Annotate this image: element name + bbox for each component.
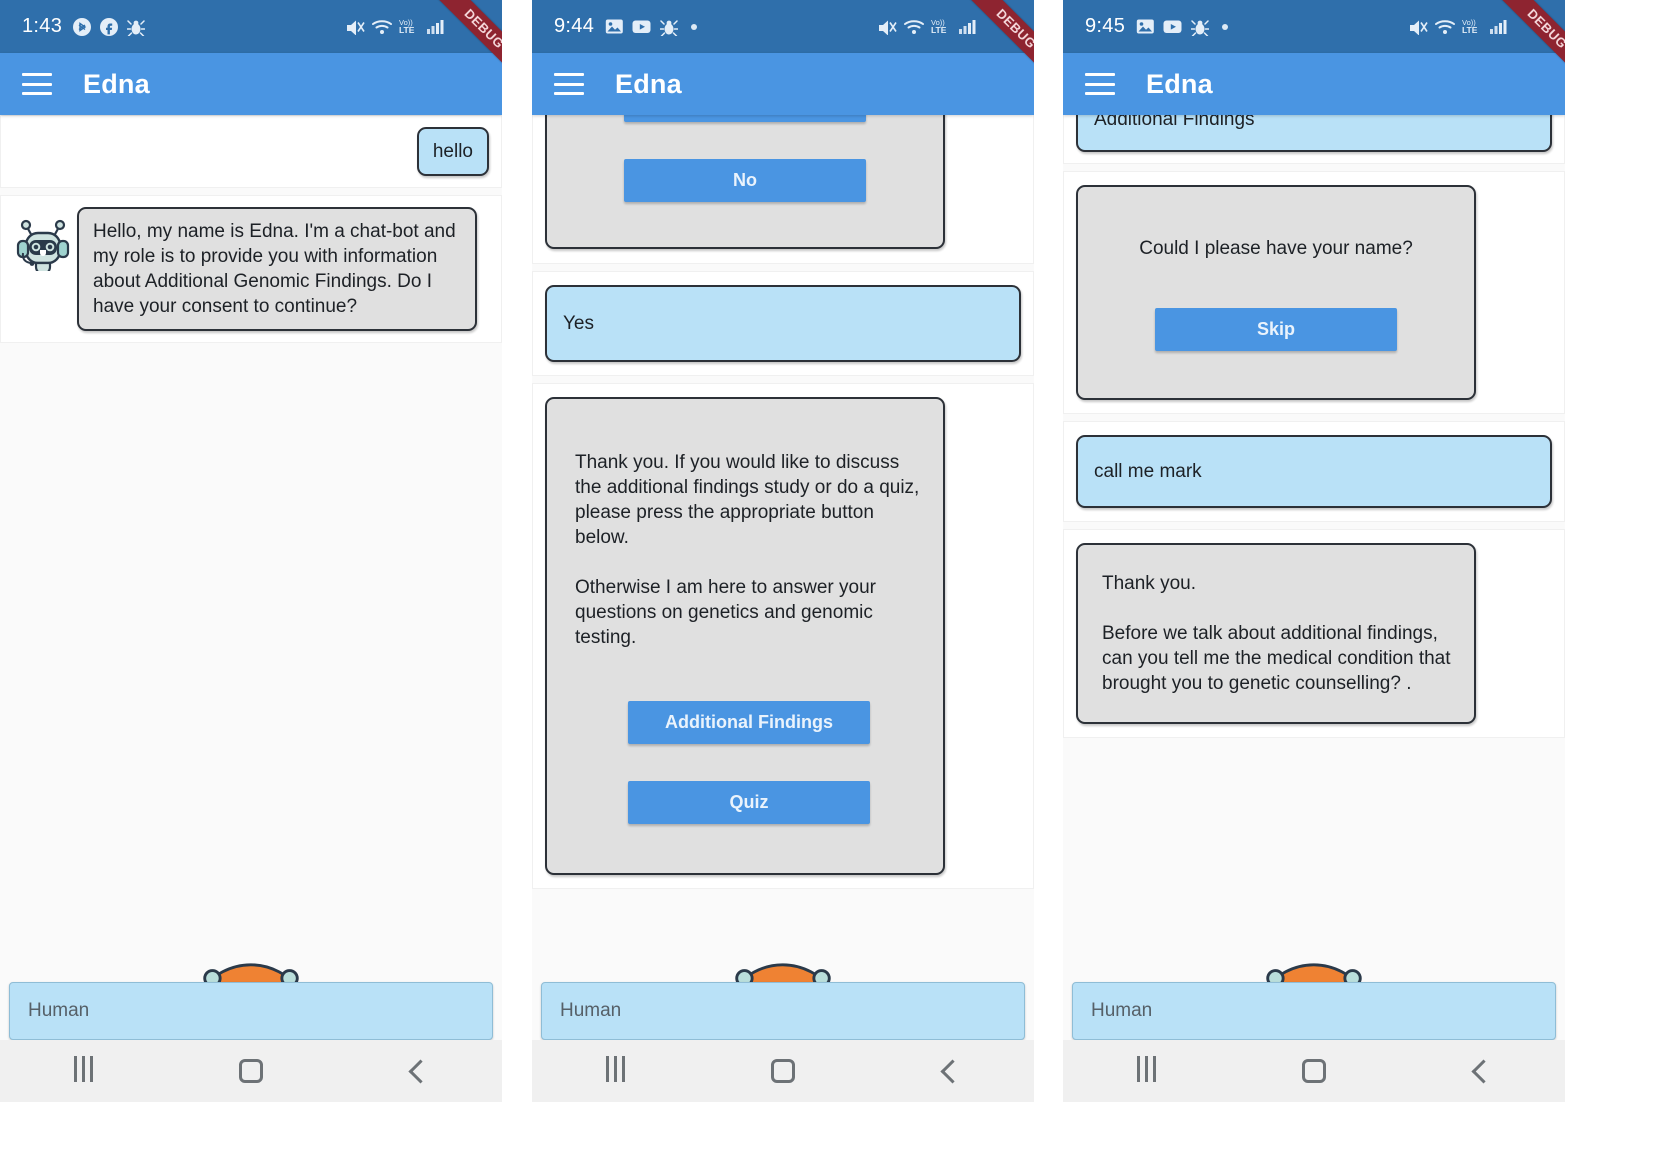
recents-button[interactable] [49, 1047, 119, 1095]
signal-icon [427, 20, 444, 34]
chat-list-2[interactable]: No Yes Thank you. If you would like to d… [532, 115, 1034, 985]
home-button[interactable] [1279, 1047, 1349, 1095]
status-time: 1:43 [22, 15, 63, 37]
app-bar-1: Edna [0, 53, 502, 115]
additional-findings-button[interactable]: Additional Findings [628, 701, 870, 744]
wifi-icon [372, 20, 392, 35]
phone-screen-3: DEBUG 9:45 Edna Additional Findings Coul… [1063, 0, 1565, 1102]
image-icon [605, 19, 623, 34]
android-nav-bar-3 [1063, 1040, 1565, 1102]
screenshot-strip: DEBUG 1:43 Edna hello Hello, my name is … [0, 0, 1672, 1164]
wifi-icon [904, 20, 924, 35]
wifi-icon [1435, 20, 1455, 35]
bot-message-bubble-2: Thank you. Before we talk about addition… [1076, 543, 1476, 724]
bot-message-bubble: Hello, my name is Edna. I'm a chat-bot a… [77, 207, 477, 331]
message-input-placeholder: Human [1091, 1000, 1153, 1021]
bot-message-bubble: Could I please have your name? Skip [1076, 185, 1476, 400]
status-bar-2: 9:44 [532, 0, 1034, 53]
user-message-bubble-clipped: Additional Findings [1076, 115, 1552, 152]
bug-icon [660, 19, 679, 36]
bot-message-bubble-clipped: No [545, 115, 945, 249]
phone-screen-2: DEBUG 9:44 Edna No Yes Thank you. If you… [532, 0, 1034, 1102]
mute-icon [346, 19, 365, 35]
chat-row-user-clipped: Additional Findings [1063, 115, 1565, 164]
bot-message-text: Thank you. If you would like to discuss … [575, 452, 920, 648]
dot-icon [691, 23, 698, 30]
quiz-button[interactable]: Quiz [628, 781, 870, 824]
signal-icon [959, 20, 976, 34]
status-left-icons [1136, 18, 1229, 36]
chat-row-bot: Could I please have your name? Skip [1063, 171, 1565, 414]
recents-button[interactable] [581, 1047, 651, 1095]
back-button[interactable] [915, 1047, 985, 1095]
menu-icon[interactable] [22, 73, 52, 95]
chat-row-user: call me mark [1063, 421, 1565, 522]
bluetooth-icon [73, 17, 92, 36]
chat-list-1[interactable]: hello Hello, my name is Edna. I'm a chat… [0, 115, 502, 985]
message-input-1[interactable]: Human [9, 982, 493, 1040]
chat-row-bot-clipped: No [532, 115, 1034, 264]
menu-icon[interactable] [1085, 73, 1115, 95]
status-bar-3: 9:45 [1063, 0, 1565, 53]
phone-screen-1: DEBUG 1:43 Edna hello Hello, my name is … [0, 0, 502, 1102]
status-time: 9:44 [554, 15, 595, 37]
message-input-placeholder: Human [28, 1000, 90, 1021]
back-button[interactable] [1446, 1047, 1516, 1095]
chat-list-3[interactable]: Additional Findings Could I please have … [1063, 115, 1565, 985]
youtube-icon [1163, 20, 1182, 33]
status-right-icons [878, 18, 1020, 35]
status-left-icons [605, 18, 698, 36]
bug-icon [127, 19, 146, 36]
facebook-icon [100, 17, 119, 36]
image-icon [1136, 19, 1154, 34]
skip-button[interactable]: Skip [1155, 308, 1397, 351]
message-input-3[interactable]: Human [1072, 982, 1556, 1040]
home-button[interactable] [216, 1047, 286, 1095]
status-left-icons [73, 17, 146, 36]
back-button[interactable] [383, 1047, 453, 1095]
volte-icon [1462, 18, 1478, 35]
home-button[interactable] [748, 1047, 818, 1095]
chat-row-bot: Thank you. If you would like to discuss … [532, 383, 1034, 889]
bot-message-bubble: Thank you. If you would like to discuss … [545, 397, 945, 875]
volte-icon [399, 18, 415, 35]
message-input-placeholder: Human [560, 1000, 622, 1021]
volte-icon [931, 18, 947, 35]
user-message-bubble: hello [416, 127, 489, 176]
signal-icon [1490, 20, 1507, 34]
message-input-2[interactable]: Human [541, 982, 1025, 1040]
app-bar-2: Edna [532, 53, 1034, 115]
status-right-icons [346, 18, 488, 35]
page-title: Edna [615, 68, 682, 99]
page-title: Edna [1146, 68, 1213, 99]
panel-gap-2 [1034, 0, 1063, 1164]
chat-row-bot: Hello, my name is Edna. I'm a chat-bot a… [0, 195, 502, 343]
user-message-bubble: call me mark [1076, 435, 1552, 508]
menu-icon[interactable] [554, 73, 584, 95]
youtube-icon [632, 20, 651, 33]
panel-gap-1 [502, 0, 532, 1164]
status-time: 9:45 [1085, 15, 1126, 37]
yes-button-clipped[interactable] [624, 115, 866, 122]
chat-row-bot-2: Thank you. Before we talk about addition… [1063, 529, 1565, 738]
page-title: Edna [83, 68, 150, 99]
status-bar-1: 1:43 [0, 0, 502, 53]
android-nav-bar-2 [532, 1040, 1034, 1102]
recents-button[interactable] [1112, 1047, 1182, 1095]
mute-icon [1409, 19, 1428, 35]
chat-row-user: Yes [532, 271, 1034, 376]
bug-icon [1191, 19, 1210, 36]
chat-row-user: hello [0, 115, 502, 188]
android-nav-bar-1 [0, 1040, 502, 1102]
status-right-icons [1409, 18, 1551, 35]
no-button[interactable]: No [624, 159, 866, 202]
mute-icon [878, 19, 897, 35]
dot-icon [1222, 23, 1229, 30]
bot-message-text: Could I please have your name? [1139, 238, 1413, 259]
app-bar-3: Edna [1063, 53, 1565, 115]
bot-avatar-icon [13, 207, 73, 276]
user-message-bubble: Yes [545, 285, 1021, 362]
